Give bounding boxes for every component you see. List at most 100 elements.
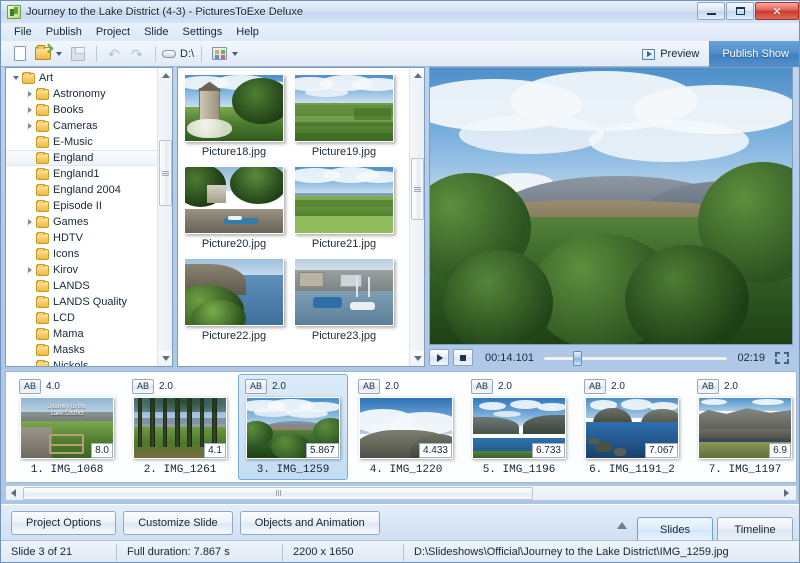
slide-ab-button[interactable]: AB <box>584 379 607 394</box>
play-button[interactable] <box>429 349 449 366</box>
fullscreen-icon[interactable] <box>775 351 789 364</box>
playback-slider-handle[interactable] <box>573 350 583 366</box>
file-thumbnail[interactable] <box>184 258 284 326</box>
view-mode-caret-icon[interactable] <box>232 51 239 56</box>
files-vertical-scrollbar[interactable] <box>409 68 424 366</box>
slide-duration-badge[interactable]: 6.733 <box>531 443 565 458</box>
tree-expander-right-icon[interactable] <box>24 107 36 113</box>
redo-button[interactable]: ↷ <box>126 44 148 64</box>
slide-transition-duration[interactable]: 4.0 <box>46 381 60 392</box>
folder-tree-list[interactable]: Art Astronomy Books Cameras E-Music England En… <box>6 68 157 366</box>
slide-thumbnail[interactable]: 6.9 <box>698 397 792 459</box>
slide-thumbnail[interactable]: Journey to the Lake District 8.0 <box>20 397 114 459</box>
tree-expander-down-icon[interactable] <box>10 76 22 80</box>
tree-item-england-2004[interactable]: England 2004 <box>6 182 157 198</box>
tree-item-e-music[interactable]: E-Music <box>6 134 157 150</box>
slide-cell[interactable]: AB 2.0 4.433 4. IMG_1220 <box>351 374 461 480</box>
open-dropdown-caret-icon[interactable] <box>56 51 62 56</box>
slide-cell[interactable]: AB 2.0 6.9 7. IMG_1197 <box>690 374 796 480</box>
slide-transition-duration[interactable]: 2.0 <box>611 381 625 392</box>
slide-cell[interactable]: AB 2.0 6.733 5. IMG_1196 <box>464 374 574 480</box>
file-item[interactable]: Picture18.jpg <box>184 74 284 158</box>
file-item[interactable]: Picture21.jpg <box>294 166 394 250</box>
slide-transition-duration[interactable]: 2.0 <box>724 381 738 392</box>
tree-item-england1[interactable]: England1 <box>6 166 157 182</box>
tab-slides[interactable]: Slides <box>637 517 713 541</box>
files-scroll-down-icon[interactable] <box>410 351 424 366</box>
slide-ab-button[interactable]: AB <box>697 379 720 394</box>
file-thumbnail-area[interactable]: Picture18.jpg Picture19.jpg Picture20.jpg P… <box>178 68 409 366</box>
tree-scroll-up-icon[interactable] <box>158 68 172 83</box>
menu-item-file[interactable]: File <box>7 25 39 39</box>
menu-item-help[interactable]: Help <box>229 25 266 39</box>
tree-expander-right-icon[interactable] <box>24 123 36 129</box>
file-item[interactable]: Picture22.jpg <box>184 258 284 342</box>
slide-ab-button[interactable]: AB <box>19 379 42 394</box>
open-project-button[interactable] <box>32 44 54 64</box>
slide-duration-badge[interactable]: 8.0 <box>91 443 113 458</box>
tree-item-england[interactable]: England <box>6 150 157 166</box>
slide-duration-badge[interactable]: 4.1 <box>204 443 226 458</box>
slide-thumbnail[interactable]: 5.867 <box>246 397 340 459</box>
close-button[interactable]: ✕ <box>755 2 799 20</box>
filmstrip-scroll-left-icon[interactable] <box>6 486 21 500</box>
undo-button[interactable]: ↶ <box>103 44 125 64</box>
slide-cell[interactable]: AB 4.0 Journey to the Lake District 8.0 1. IM… <box>12 374 122 480</box>
tree-item-astronomy[interactable]: Astronomy <box>6 86 157 102</box>
tree-scroll-thumb[interactable] <box>159 140 172 206</box>
file-thumbnail[interactable] <box>184 166 284 234</box>
filmstrip-horizontal-scrollbar[interactable] <box>5 485 797 501</box>
tree-expander-right-icon[interactable] <box>24 219 36 225</box>
playback-slider[interactable] <box>543 350 728 366</box>
filmstrip-scroll-thumb[interactable] <box>23 486 533 500</box>
slide-transition-duration[interactable]: 2.0 <box>272 381 286 392</box>
objects-and-animation-button[interactable]: Objects and Animation <box>239 510 380 535</box>
tree-expander-right-icon[interactable] <box>24 267 36 273</box>
tree-item-nickols[interactable]: Nickols <box>6 358 157 366</box>
slide-transition-duration[interactable]: 2.0 <box>385 381 399 392</box>
tree-item-cameras[interactable]: Cameras <box>6 118 157 134</box>
publish-show-button[interactable]: Publish Show <box>709 41 799 67</box>
tree-item-games[interactable]: Games <box>6 214 157 230</box>
new-project-button[interactable] <box>9 44 31 64</box>
menu-item-project[interactable]: Project <box>89 25 137 39</box>
save-project-button[interactable] <box>67 44 89 64</box>
slide-ab-button[interactable]: AB <box>245 379 268 394</box>
tree-item-lcd[interactable]: LCD <box>6 310 157 326</box>
slide-transition-duration[interactable]: 2.0 <box>159 381 173 392</box>
minimize-button[interactable] <box>697 2 725 20</box>
file-item[interactable]: Picture23.jpg <box>294 258 394 342</box>
slide-duration-badge[interactable]: 5.867 <box>305 443 339 458</box>
tree-item-icons[interactable]: Icons <box>6 246 157 262</box>
slide-filmstrip[interactable]: AB 4.0 Journey to the Lake District 8.0 1. IM… <box>5 371 797 483</box>
file-item[interactable]: Picture20.jpg <box>184 166 284 250</box>
tree-vertical-scrollbar[interactable] <box>157 68 172 366</box>
files-scroll-up-icon[interactable] <box>410 68 424 83</box>
slide-cell[interactable]: AB 2.0 4.1 2. IMG_1261 <box>125 374 235 480</box>
customize-slide-button[interactable]: Customize Slide <box>123 510 233 535</box>
tab-timeline[interactable]: Timeline <box>717 517 793 541</box>
file-item[interactable]: Picture19.jpg <box>294 74 394 158</box>
slide-thumbnail[interactable]: 6.733 <box>472 397 566 459</box>
collapse-panel-triangle-icon[interactable] <box>611 513 633 537</box>
tree-item-art[interactable]: Art <box>6 70 157 86</box>
file-thumbnail[interactable] <box>184 74 284 142</box>
file-thumbnail[interactable] <box>294 74 394 142</box>
slide-ab-button[interactable]: AB <box>132 379 155 394</box>
slide-duration-badge[interactable]: 4.433 <box>418 443 452 458</box>
menu-item-settings[interactable]: Settings <box>176 25 230 39</box>
files-scroll-thumb[interactable] <box>411 158 424 220</box>
menu-item-slide[interactable]: Slide <box>137 25 175 39</box>
tree-item-hdtv[interactable]: HDTV <box>6 230 157 246</box>
slide-duration-badge[interactable]: 6.9 <box>769 443 791 458</box>
stop-button[interactable] <box>453 349 473 366</box>
file-thumbnail[interactable] <box>294 166 394 234</box>
slide-transition-duration[interactable]: 2.0 <box>498 381 512 392</box>
tree-item-kirov[interactable]: Kirov <box>6 262 157 278</box>
filmstrip-scroll-right-icon[interactable] <box>779 486 794 500</box>
drive-selector[interactable]: D:\ <box>162 44 194 64</box>
slide-thumbnail[interactable]: 4.433 <box>359 397 453 459</box>
slide-ab-button[interactable]: AB <box>471 379 494 394</box>
tree-scroll-down-icon[interactable] <box>158 351 172 366</box>
maximize-button[interactable] <box>726 2 754 20</box>
